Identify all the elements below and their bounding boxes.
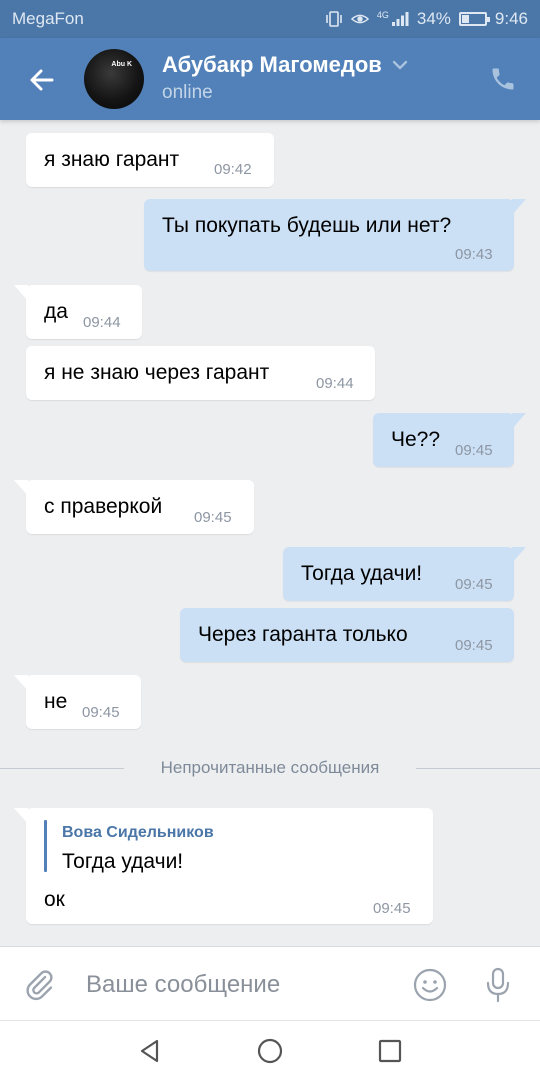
- contact-name-text: Абубакр Магомедов: [162, 52, 382, 77]
- message-time: 09:45: [455, 576, 493, 593]
- network-type: 4G: [376, 10, 389, 20]
- message-text: Че??: [391, 428, 441, 451]
- eye-icon: [350, 14, 369, 24]
- message-composer: [0, 946, 540, 1020]
- message-text: Через гаранта только: [198, 623, 408, 646]
- attach-button[interactable]: [22, 967, 62, 1007]
- smiley-icon: [413, 968, 447, 1002]
- arrow-left-icon: [30, 69, 54, 91]
- message-time: 09:44: [83, 314, 121, 331]
- battery-icon: [458, 12, 490, 26]
- clock: 9:46: [494, 9, 528, 28]
- nav-recents-button[interactable]: [374, 1035, 406, 1067]
- message-time: 09:42: [214, 161, 252, 178]
- message-incoming[interactable]: с праверкой 09:45: [14, 480, 254, 534]
- bubble-tail: [14, 480, 28, 496]
- message-incoming[interactable]: я не знаю через гарант 09:44: [26, 346, 375, 400]
- message-incoming[interactable]: да 09:44: [14, 285, 142, 339]
- phone-icon: [492, 68, 514, 90]
- reply-text: Тогда удачи!: [62, 850, 184, 873]
- bubble-tail: [14, 808, 28, 824]
- message-text: да: [44, 300, 68, 323]
- signal-icon: [391, 12, 409, 26]
- message-time: 09:45: [455, 442, 493, 459]
- bubble-tail: [512, 413, 526, 429]
- message-time: 09:45: [82, 704, 120, 721]
- voice-message-button[interactable]: [478, 965, 518, 1005]
- bubble-tail: [14, 675, 28, 691]
- square-recents-icon: [378, 1039, 402, 1063]
- avatar[interactable]: Abu K: [84, 49, 144, 109]
- circle-home-icon: [257, 1038, 283, 1064]
- contact-status: online: [162, 82, 213, 103]
- nav-back-button[interactable]: [134, 1035, 166, 1067]
- emoji-button[interactable]: [410, 965, 450, 1005]
- system-navigation-bar: [0, 1020, 540, 1080]
- message-text: ок: [44, 888, 65, 911]
- bubble-tail: [512, 199, 526, 215]
- reply-author[interactable]: Вова Сидельников: [62, 824, 214, 842]
- message-input[interactable]: [86, 967, 386, 1003]
- message-time: 09:45: [194, 509, 232, 526]
- status-indicators: 4G 34% 9:46: [325, 9, 528, 29]
- bubble-tail: [14, 285, 28, 301]
- message-text: я не знаю через гарант: [44, 361, 270, 384]
- bubble-tail: [512, 547, 526, 563]
- battery-percent: 34%: [416, 9, 451, 28]
- message-text: с праверкой: [44, 495, 163, 518]
- message-time: 09:44: [316, 375, 354, 392]
- chevron-down-icon: [392, 60, 408, 70]
- message-text: Тогда удачи!: [301, 562, 423, 585]
- vibrate-icon: [326, 11, 342, 27]
- message-incoming[interactable]: я знаю гарант 09:42: [26, 133, 274, 187]
- reply-quote-bar: [44, 820, 47, 872]
- triangle-back-icon: [140, 1039, 159, 1063]
- contact-name[interactable]: Абубакр Магомедов: [162, 52, 408, 78]
- message-text: Ты покупать будешь или нет?: [162, 214, 452, 237]
- unread-divider: Непрочитанные сообщения: [0, 756, 540, 780]
- call-button[interactable]: [486, 62, 520, 96]
- message-outgoing[interactable]: Через гаранта только 09:45: [180, 608, 514, 662]
- message-text: я знаю гарант: [44, 148, 180, 171]
- message-time: 09:43: [455, 246, 493, 263]
- message-outgoing[interactable]: Тогда удачи! 09:45: [283, 547, 526, 601]
- message-outgoing[interactable]: Ты покупать будешь или нет? 09:43: [144, 199, 526, 271]
- unread-label: Непрочитанные сообщения: [160, 758, 380, 777]
- avatar-caption: Abu K: [111, 61, 132, 68]
- paperclip-icon: [26, 970, 53, 1001]
- message-text: не: [44, 690, 68, 713]
- status-bar: MegaFon 4G 34% 9:46: [0, 0, 540, 38]
- message-time: 09:45: [373, 900, 411, 917]
- carrier-name: MegaFon: [12, 9, 84, 28]
- message-incoming[interactable]: не 09:45: [14, 675, 141, 729]
- back-button[interactable]: [22, 60, 62, 100]
- message-list[interactable]: я знаю гарант 09:42 Ты покупать будешь и…: [0, 120, 540, 946]
- message-outgoing[interactable]: Че?? 09:45: [373, 413, 526, 467]
- nav-home-button[interactable]: [254, 1035, 286, 1067]
- message-time: 09:45: [455, 637, 493, 654]
- microphone-icon: [486, 967, 510, 1003]
- chat-header: Abu K Абубакр Магомедов online: [0, 38, 540, 120]
